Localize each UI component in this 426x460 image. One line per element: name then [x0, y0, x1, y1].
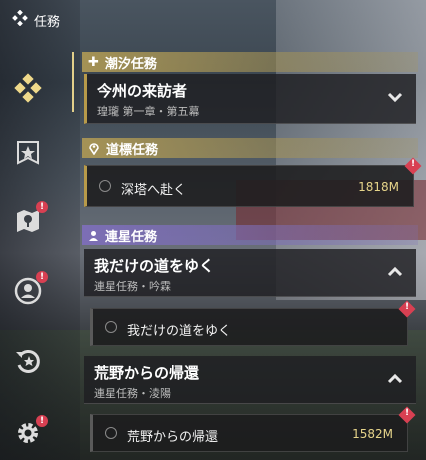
quest-title: 今州の来訪者 — [97, 82, 188, 100]
chevron-down-icon[interactable] — [386, 88, 404, 106]
section-label: 道標任務 — [106, 142, 159, 158]
track-toggle[interactable] — [99, 180, 111, 192]
section-header-companion: 連星任務 — [82, 225, 418, 245]
banner-shield-icon — [17, 141, 39, 165]
quest-step-label: 荒野からの帰還 — [127, 430, 219, 445]
quest-menu-icon — [12, 9, 28, 30]
companion-quest-2-step[interactable]: 荒野からの帰還 1582M ! — [90, 406, 416, 452]
quest-step-label: 我だけの道をゆく — [127, 324, 232, 339]
quest-step-label: 深塔へ赴く — [121, 183, 187, 198]
quest-title: 荒野からの帰還 — [94, 364, 200, 382]
quest-card-companion-2[interactable]: 荒野からの帰還 連星任務・淩陽 — [84, 356, 416, 404]
nav-banner[interactable] — [12, 137, 44, 169]
track-toggle[interactable] — [105, 427, 117, 439]
section-header-tide: ✚ 潮汐任務 — [82, 52, 418, 72]
refresh-star-icon — [16, 349, 40, 373]
section-label: 潮汐任務 — [104, 56, 157, 72]
nav-daily[interactable] — [12, 345, 44, 377]
quest-title: 我だけの道をゆく — [94, 257, 215, 275]
plus-icon: ✚ — [88, 54, 99, 70]
quest-card-tide[interactable]: 今州の来訪者 瑝瓏 第一章・第五幕 — [84, 74, 416, 124]
quest-subtitle: 瑝瓏 第一章・第五幕 — [97, 105, 200, 118]
alert-badge: ! — [36, 415, 48, 427]
section-header-waypoint: 道標任務 — [82, 138, 418, 158]
nav-main-quest[interactable] — [12, 72, 44, 104]
location-pin-icon — [89, 142, 99, 155]
nav-companion[interactable]: ! — [12, 271, 48, 307]
alert-badge: ! — [36, 201, 48, 213]
chevron-up-icon[interactable] — [386, 263, 404, 281]
waypoint-quest-row[interactable]: 深塔へ赴く 1818M ! — [84, 157, 422, 207]
quest-subtitle: 連星任務・淩陽 — [94, 387, 171, 400]
alert-badge: ! — [398, 300, 416, 318]
companion-quest-1-step[interactable]: 我だけの道をゆく ! — [90, 300, 416, 346]
nav-settings[interactable]: ! — [12, 415, 48, 449]
alert-badge: ! — [398, 406, 416, 424]
quest-card-companion-1[interactable]: 我だけの道をゆく 連星任務・吟霖 — [84, 249, 416, 297]
section-label: 連星任務 — [105, 229, 158, 245]
panel-header: 任務 — [12, 9, 61, 30]
nav-map[interactable]: ! — [12, 201, 48, 237]
quest-distance: 1582M — [352, 427, 393, 441]
alert-badge: ! — [36, 271, 48, 283]
quest-distance: 1818M — [358, 180, 399, 194]
chevron-up-icon[interactable] — [386, 370, 404, 388]
track-toggle[interactable] — [105, 321, 117, 333]
person-icon — [89, 230, 98, 241]
nav-active-indicator — [72, 52, 74, 112]
diamond-cluster-icon — [14, 73, 42, 103]
quest-subtitle: 連星任務・吟霖 — [94, 280, 171, 293]
alert-badge: ! — [404, 157, 422, 175]
page-title: 任務 — [34, 14, 61, 30]
